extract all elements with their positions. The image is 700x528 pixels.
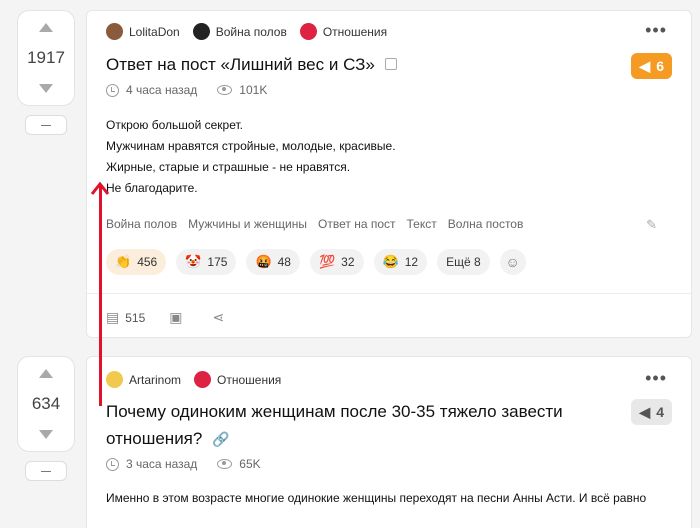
- reaction-button[interactable]: 👏 456: [106, 249, 167, 275]
- share-icon: ⋖: [212, 309, 225, 325]
- megaphone-icon: ◀: [639, 403, 651, 420]
- post-card: LolitaDon Война полов Отношения ••• Отве…: [86, 10, 692, 338]
- tag[interactable]: Ответ на пост: [318, 217, 395, 231]
- save-button[interactable]: ▣: [169, 309, 188, 326]
- clock-icon: [106, 83, 119, 97]
- community-icon: [194, 371, 212, 388]
- more-options-icon[interactable]: •••: [645, 369, 667, 387]
- laughing-icon: 😂: [382, 254, 399, 269]
- collapse-button[interactable]: [25, 115, 67, 135]
- reaction-bar: 👏 456 🤡 175 🤬 48 💯 32 😂 12 Ещё 8 ☺: [106, 249, 526, 275]
- upvote-icon[interactable]: [39, 369, 53, 378]
- share-button[interactable]: ⋖: [213, 309, 231, 326]
- minus-icon: [41, 124, 51, 126]
- post-title[interactable]: Почему одиноким женщинам после 30-35 тяж…: [106, 398, 563, 453]
- community-link[interactable]: Отношения: [194, 371, 281, 388]
- annotation-arrow-head: [90, 181, 110, 195]
- more-options-icon[interactable]: •••: [645, 21, 667, 39]
- annotation-arrow-line: [99, 186, 102, 406]
- post-meta: LolitaDon Война полов Отношения: [106, 23, 400, 40]
- eye-icon: [217, 85, 233, 95]
- community-link[interactable]: Отношения: [299, 23, 387, 40]
- hundred-icon: 💯: [318, 254, 336, 269]
- clap-icon: 👏: [115, 254, 132, 269]
- reaction-button[interactable]: 🤬 48: [246, 249, 300, 275]
- reaction-button[interactable]: 🤡 175: [176, 249, 237, 275]
- more-reactions-button[interactable]: Ещё 8: [437, 249, 490, 275]
- rating-count: 634: [31, 394, 61, 413]
- post-body: Открою большой секрет. Мужчинам нравятся…: [106, 118, 396, 195]
- collapse-button[interactable]: [25, 461, 67, 481]
- megaphone-icon: ◀: [639, 57, 651, 74]
- upvote-icon[interactable]: [39, 23, 53, 32]
- edit-tags-icon[interactable]: ✎: [646, 217, 657, 233]
- minus-icon: [41, 470, 51, 472]
- tag[interactable]: Мужчины и женщины: [188, 217, 307, 231]
- comments-button[interactable]: ▤ 515: [106, 309, 145, 326]
- link-icon[interactable]: 🔗: [212, 426, 229, 453]
- tag-list: Война полов Мужчины и женщины Ответ на п…: [106, 217, 534, 231]
- tag[interactable]: Текст: [407, 217, 437, 231]
- rating-count: 1917: [27, 48, 65, 67]
- tag[interactable]: Волна постов: [448, 217, 524, 231]
- post-actions: ▤ 515 ▣ ⋖: [106, 309, 254, 326]
- avatar: [106, 371, 123, 388]
- post-stats: 4 часа назад 101K: [106, 83, 287, 97]
- post-time: 4 часа назад: [126, 83, 198, 97]
- post-views: 65K: [239, 457, 261, 471]
- divider: [87, 293, 691, 294]
- clock-icon: [106, 457, 119, 471]
- community-icon: [192, 23, 210, 40]
- clown-icon: 🤡: [185, 254, 202, 269]
- post-card: Artarinom Отношения ••• Почему одиноким …: [86, 356, 692, 528]
- add-reaction-icon[interactable]: ☺: [499, 249, 526, 275]
- community-icon: [299, 23, 317, 40]
- reaction-button[interactable]: 😂 12: [373, 249, 428, 275]
- post-stats: 3 часа назад 65K: [106, 457, 281, 471]
- post-views: 101K: [239, 83, 268, 97]
- avatar: [106, 23, 123, 40]
- comments-badge[interactable]: ◀ 4: [631, 399, 672, 425]
- community-link[interactable]: Война полов: [192, 23, 287, 40]
- angry-face-icon: 🤬: [255, 254, 272, 269]
- post-body: Именно в этом возрасте многие одинокие ж…: [106, 491, 647, 505]
- author-link[interactable]: Artarinom: [106, 371, 181, 388]
- tag[interactable]: Война полов: [106, 217, 177, 231]
- comment-icon: ▤: [106, 309, 120, 325]
- post-title[interactable]: Ответ на пост «Лишний вес и СЗ»: [106, 51, 397, 78]
- downvote-icon[interactable]: [39, 84, 53, 93]
- eye-icon: [217, 459, 233, 469]
- post-meta: Artarinom Отношения: [106, 371, 294, 388]
- external-link-icon[interactable]: [384, 57, 397, 70]
- rating-widget: 634: [17, 356, 75, 452]
- downvote-icon[interactable]: [39, 430, 53, 439]
- post-time: 3 часа назад: [126, 457, 198, 471]
- comments-badge[interactable]: ◀ 6: [631, 53, 672, 79]
- author-link[interactable]: LolitaDon: [106, 23, 180, 40]
- rating-widget: 1917: [17, 10, 75, 106]
- reaction-button[interactable]: 💯 32: [309, 249, 364, 275]
- save-icon: ▣: [169, 309, 183, 325]
